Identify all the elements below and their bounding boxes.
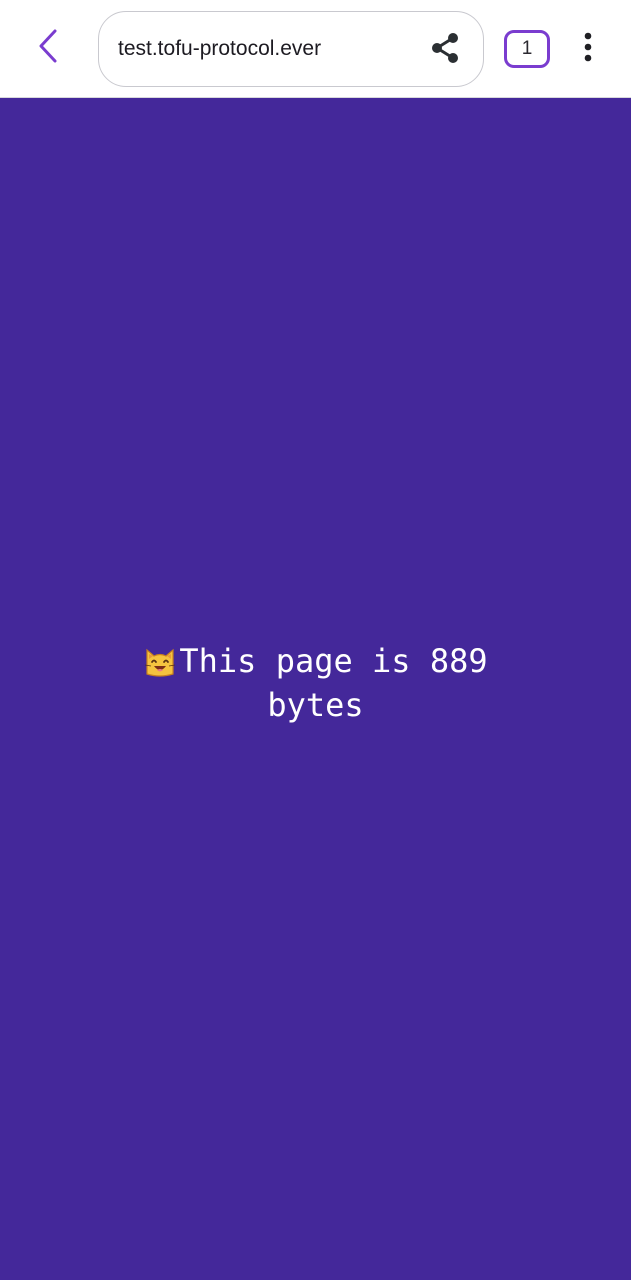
tab-switcher-button[interactable]: 1 <box>504 30 550 68</box>
share-icon <box>428 31 462 70</box>
share-button[interactable] <box>425 30 465 70</box>
web-content: This page is 889 bytes <box>0 98 631 1280</box>
tab-count: 1 <box>521 38 533 59</box>
page-message-text: This page is 889 bytes <box>179 642 488 724</box>
more-vertical-icon <box>583 32 593 67</box>
cat-smiling-face-icon <box>143 644 177 686</box>
chevron-left-icon <box>33 28 63 69</box>
back-button[interactable] <box>22 24 74 72</box>
address-bar[interactable]: test.tofu-protocol.ever <box>98 11 484 87</box>
url-text[interactable]: test.tofu-protocol.ever <box>118 35 321 63</box>
menu-button[interactable] <box>567 26 609 72</box>
page-message: This page is 889 bytes <box>116 642 516 724</box>
browser-toolbar: test.tofu-protocol.ever 1 <box>0 0 631 98</box>
